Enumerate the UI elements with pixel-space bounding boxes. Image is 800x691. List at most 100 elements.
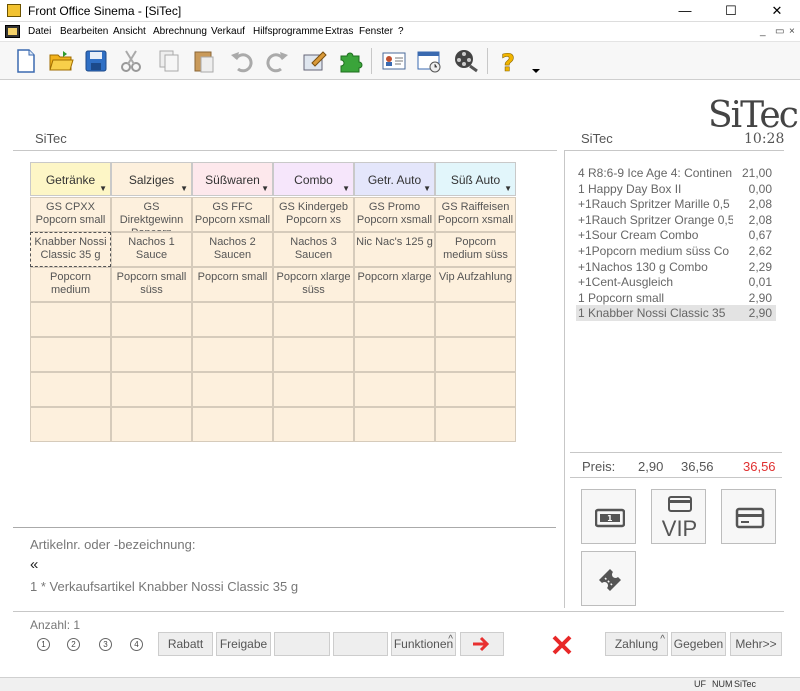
article-button[interactable]: Nachos 3 Saucen bbox=[273, 232, 354, 267]
redo-icon[interactable] bbox=[263, 47, 291, 75]
vip-payment-button[interactable]: VIP bbox=[651, 489, 706, 544]
paste-icon[interactable] bbox=[190, 47, 218, 75]
article-button[interactable]: GS Direktgewinn Popcorn bbox=[111, 197, 192, 232]
quantity-option-3[interactable]: 3 bbox=[99, 638, 112, 651]
empty-article-slot[interactable] bbox=[273, 337, 354, 372]
empty-article-slot[interactable] bbox=[354, 372, 435, 407]
empty-article-slot[interactable] bbox=[273, 372, 354, 407]
empty-article-slot[interactable] bbox=[435, 337, 516, 372]
copy-icon[interactable] bbox=[155, 47, 183, 75]
category-tab[interactable]: Süßwaren ▼ bbox=[192, 162, 273, 196]
empty-article-slot[interactable] bbox=[30, 372, 111, 407]
schedule-icon[interactable] bbox=[415, 47, 443, 75]
receipt-line[interactable]: 4 R8:6-9 Ice Age 4: Continen 21,00 bbox=[576, 165, 776, 181]
article-button[interactable]: Nachos 1 Sauce bbox=[111, 232, 192, 267]
contact-card-icon[interactable] bbox=[380, 47, 408, 75]
payment-menu-button[interactable]: Zahlung ^ bbox=[605, 632, 668, 656]
puzzle-icon[interactable] bbox=[336, 47, 364, 75]
empty-article-slot[interactable] bbox=[192, 372, 273, 407]
article-button[interactable]: Popcorn xlarge bbox=[354, 267, 435, 302]
close-window-button[interactable]: ✕ bbox=[754, 0, 800, 22]
given-button[interactable]: Gegeben bbox=[671, 632, 726, 656]
empty-article-slot[interactable] bbox=[111, 337, 192, 372]
receipt-line[interactable]: +1Rauch Spritzer Orange 0,5 2,08 bbox=[576, 212, 776, 228]
empty-article-slot[interactable] bbox=[354, 337, 435, 372]
category-tab[interactable]: Getr. Auto ▼ bbox=[354, 162, 435, 196]
menu-hilfsprogramme[interactable]: Hilfsprogramme bbox=[253, 26, 324, 37]
functions-button[interactable]: Funktionen ^ bbox=[391, 632, 456, 656]
empty-article-slot[interactable] bbox=[435, 372, 516, 407]
empty-article-slot[interactable] bbox=[111, 407, 192, 442]
document-icon[interactable] bbox=[5, 25, 20, 38]
empty-article-slot[interactable] bbox=[30, 407, 111, 442]
empty-article-slot[interactable] bbox=[192, 337, 273, 372]
maximize-button[interactable]: ☐ bbox=[708, 0, 754, 22]
article-button[interactable]: GS Raiffeisen Popcorn xsmall bbox=[435, 197, 516, 232]
menu-datei[interactable]: Datei bbox=[28, 26, 51, 37]
menu-abrechnung[interactable]: Abrechnung bbox=[153, 26, 207, 37]
article-button[interactable]: GS FFC Popcorn xsmall bbox=[192, 197, 273, 232]
empty-button-2[interactable] bbox=[333, 632, 388, 656]
cancel-x-button[interactable] bbox=[550, 634, 574, 656]
article-button[interactable]: GS CPXX Popcorn small bbox=[30, 197, 111, 232]
quantity-option-1[interactable]: 1 bbox=[37, 638, 50, 651]
article-button[interactable]: Nic Nac's 125 g bbox=[354, 232, 435, 267]
article-button[interactable]: Popcorn medium bbox=[30, 267, 111, 302]
film-reel-icon[interactable] bbox=[452, 47, 480, 75]
article-button[interactable]: Popcorn small bbox=[192, 267, 273, 302]
more-button[interactable]: Mehr>> bbox=[730, 632, 782, 656]
quantity-option-4[interactable]: 4 bbox=[130, 638, 143, 651]
mdi-close-button[interactable]: × bbox=[789, 26, 795, 37]
empty-article-slot[interactable] bbox=[192, 302, 273, 337]
empty-article-slot[interactable] bbox=[435, 302, 516, 337]
category-tab[interactable]: Salziges ▼ bbox=[111, 162, 192, 196]
card-payment-button[interactable] bbox=[721, 489, 776, 544]
article-button[interactable]: Popcorn xlarge süss bbox=[273, 267, 354, 302]
open-folder-icon[interactable] bbox=[47, 47, 75, 75]
undo-icon[interactable] bbox=[228, 47, 256, 75]
quantity-option-2[interactable]: 2 bbox=[67, 638, 80, 651]
article-input[interactable]: « bbox=[30, 556, 38, 573]
voucher-payment-button[interactable] bbox=[581, 551, 636, 606]
article-button[interactable]: GS Promo Popcorn xsmall bbox=[354, 197, 435, 232]
category-tab[interactable]: Süß Auto ▼ bbox=[435, 162, 516, 196]
mdi-restore-button[interactable]: ▭ bbox=[775, 26, 784, 37]
receipt-line[interactable]: +1Popcorn medium süss Co 2,62 bbox=[576, 243, 776, 259]
article-button[interactable]: Nachos 2 Saucen bbox=[192, 232, 273, 267]
receipt-line[interactable]: 1 Happy Day Box II 0,00 bbox=[576, 181, 776, 197]
menu-help[interactable]: ? bbox=[398, 26, 404, 37]
empty-article-slot[interactable] bbox=[111, 372, 192, 407]
edit-entry-icon[interactable] bbox=[300, 47, 328, 75]
empty-article-slot[interactable] bbox=[354, 302, 435, 337]
discount-button[interactable]: Rabatt bbox=[158, 632, 213, 656]
receipt-line[interactable]: +1Nachos 130 g Combo 2,29 bbox=[576, 259, 776, 275]
minimize-button[interactable]: — bbox=[662, 0, 708, 22]
receipt-line[interactable]: +1Cent-Ausgleich 0,01 bbox=[576, 274, 776, 290]
menu-bearbeiten[interactable]: Bearbeiten bbox=[60, 26, 108, 37]
article-button[interactable]: Popcorn small süss bbox=[111, 267, 192, 302]
toolbar-overflow-icon[interactable] bbox=[522, 47, 540, 75]
empty-article-slot[interactable] bbox=[192, 407, 273, 442]
empty-button-1[interactable] bbox=[274, 632, 330, 656]
save-icon[interactable] bbox=[82, 47, 110, 75]
empty-article-slot[interactable] bbox=[354, 407, 435, 442]
menu-extras[interactable]: Extras bbox=[325, 26, 353, 37]
article-button[interactable]: Vip Aufzahlung bbox=[435, 267, 516, 302]
next-arrow-button[interactable] bbox=[460, 632, 504, 656]
category-tab[interactable]: Combo ▼ bbox=[273, 162, 354, 196]
empty-article-slot[interactable] bbox=[111, 302, 192, 337]
new-document-icon[interactable] bbox=[12, 47, 40, 75]
empty-article-slot[interactable] bbox=[30, 302, 111, 337]
cash-payment-button[interactable]: 1 bbox=[581, 489, 636, 544]
empty-article-slot[interactable] bbox=[30, 337, 111, 372]
cut-icon[interactable] bbox=[117, 47, 145, 75]
help-icon[interactable]: ? bbox=[494, 47, 522, 78]
article-button[interactable]: Popcorn medium süss bbox=[435, 232, 516, 267]
receipt-line[interactable]: +1Sour Cream Combo 0,67 bbox=[576, 227, 776, 243]
article-button[interactable]: Knabber Nossi Classic 35 g bbox=[30, 232, 111, 267]
menu-verkauf[interactable]: Verkauf bbox=[211, 26, 245, 37]
receipt-line[interactable]: 1 Knabber Nossi Classic 35 2,90 bbox=[576, 305, 776, 322]
empty-article-slot[interactable] bbox=[273, 302, 354, 337]
menu-ansicht[interactable]: Ansicht bbox=[113, 26, 146, 37]
release-button[interactable]: Freigabe bbox=[216, 632, 271, 656]
